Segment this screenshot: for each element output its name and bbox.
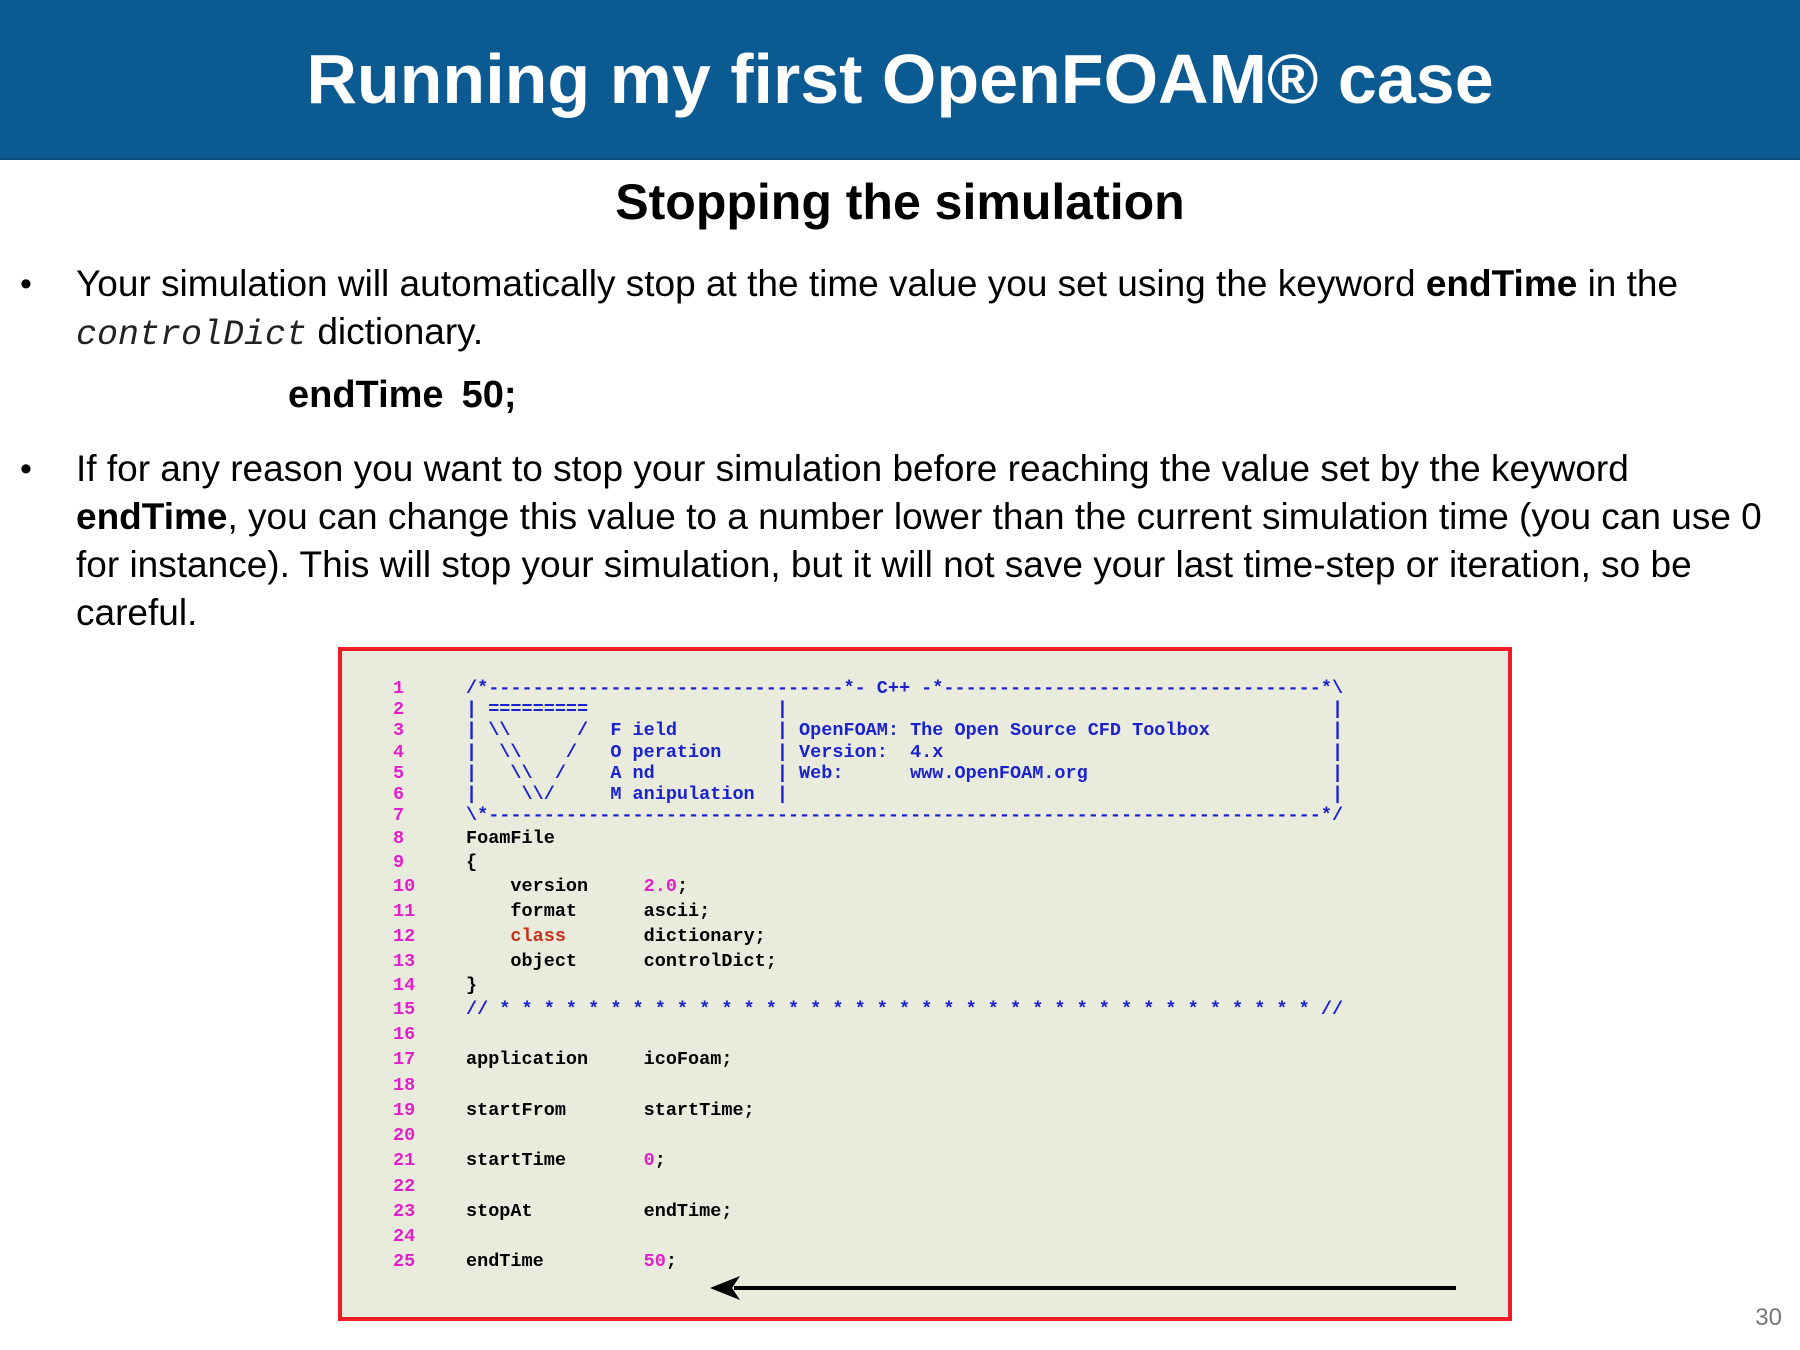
code-token: application icoFoam; [466,1049,733,1070]
code-text: startTime 0; [466,1149,666,1173]
code-listing: 1/*--------------------------------*- C+… [338,647,1512,1321]
line-number: 12 [393,926,416,947]
line-number: 25 [393,1251,416,1272]
bullet-dot: • [20,450,32,488]
code-text: startFrom startTime; [466,1099,755,1123]
code-text: FoamFile [466,827,555,851]
code-text: class dictionary; [466,925,766,949]
bullet-2: • If for any reason you want to stop you… [20,445,1766,637]
bullet-2-keyword: endTime [76,496,228,537]
endtime-value: 50; [461,374,517,416]
code-token: FoamFile [466,828,555,849]
code-token: class [510,926,566,947]
code-text: // * * * * * * * * * * * * * * * * * * *… [466,998,1343,1022]
title-bar: Running my first OpenFOAM® case [0,0,1800,160]
code-token: startFrom startTime; [466,1100,755,1121]
bullet-1-text-c: dictionary. [307,311,484,352]
line-number: 16 [393,1024,416,1045]
code-token: ; [654,1150,666,1171]
line-number: 18 [393,1075,416,1096]
bullet-1-dict-name: controlDict [76,315,308,355]
code-token: ; [665,1251,677,1272]
code-token: dictionary; [565,926,766,947]
code-token: stopAt endTime; [466,1201,733,1222]
page-number: 30 [1755,1304,1782,1331]
bullet-1-text-b: in the [1577,263,1679,304]
code-token: 0 [643,1150,655,1171]
line-number: 21 [393,1150,416,1171]
code-token: } [466,975,478,996]
code-token: { [466,852,478,873]
line-number: 15 [393,999,416,1020]
bullet-dot: • [20,265,32,303]
arrow-pointer-icon [710,1276,1456,1300]
code-token: /*--------------------------------*- C++… [466,678,1344,699]
code-token: // * * * * * * * * * * * * * * * * * * *… [466,999,1344,1020]
code-token: | ========= | | [466,699,1344,721]
code-token: format ascii; [466,901,711,922]
line-number: 17 [393,1049,416,1070]
code-text: { [466,851,477,875]
line-number: 20 [393,1125,416,1146]
line-number: 19 [393,1100,416,1121]
line-number: 8 [393,828,405,849]
code-text: application icoFoam; [466,1048,732,1072]
code-text: } [466,974,477,998]
line-number: 9 [393,852,405,873]
code-text: endTime 50; [466,1250,677,1274]
slide-subtitle: Stopping the simulation [615,174,1185,230]
code-text: \*--------------------------------------… [466,804,1343,828]
code-text: version 2.0; [466,875,688,899]
code-token: endTime [466,1251,644,1272]
code-token: ; [676,876,689,897]
line-number: 7 [393,805,405,827]
code-token: startTime [466,1150,644,1171]
line-number: 23 [393,1201,416,1222]
bullet-1: • Your simulation will automatically sto… [20,260,1766,359]
endtime-example: endTime 50; [288,374,516,417]
code-token: | \\ / A nd | Web: www.OpenFOAM.org | [466,762,1344,784]
code-text: stopAt endTime; [466,1200,732,1224]
code-token: version [466,876,644,897]
line-number: 10 [393,876,416,897]
line-number: 22 [393,1176,416,1197]
bullet-2-text-b: , you can change this value to a number … [76,496,1762,633]
code-token: | \\ / F ield | OpenFOAM: The Open Sourc… [466,720,1344,742]
line-number: 13 [393,951,416,972]
line-number: 14 [393,975,416,996]
bullet-1-keyword: endTime [1425,263,1578,304]
code-text: object controlDict; [466,950,777,974]
code-token: \*--------------------------------------… [466,805,1344,827]
line-number: 24 [393,1226,416,1247]
code-token: | \\/ M anipulation | | [466,784,1344,805]
bullet-2-text-a: If for any reason you want to stop your … [76,448,1629,489]
code-text: format ascii; [466,900,710,924]
code-token: object controlDict; [466,951,777,972]
slide-title: Running my first OpenFOAM® case [306,40,1494,118]
endtime-keyword: endTime [288,374,444,416]
code-token: 2.0 [643,876,677,897]
code-token: | \\ / O peration | Version: 4.x | [466,741,1344,763]
bullet-1-text-a: Your simulation will automatically stop … [76,263,1426,304]
line-number: 11 [393,901,416,922]
code-token: 50 [643,1251,666,1272]
